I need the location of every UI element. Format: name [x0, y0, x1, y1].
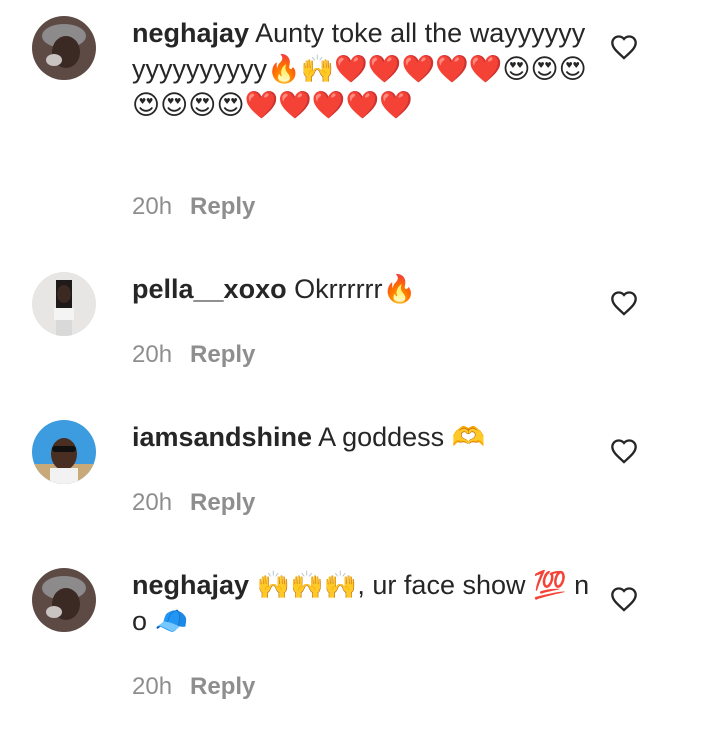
like-heart-icon[interactable]	[610, 290, 638, 316]
comment-text: Okrrrrrr🔥	[294, 274, 417, 304]
comment-text: A goddess 🫶	[318, 422, 486, 452]
like-heart-icon[interactable]	[610, 438, 638, 464]
comment-username[interactable]: iamsandshine	[132, 422, 312, 452]
comment-time: 20h	[132, 489, 173, 516]
reply-button[interactable]: Reply	[190, 673, 255, 700]
reply-button[interactable]: Reply	[190, 489, 255, 516]
avatar[interactable]	[32, 420, 96, 484]
comment-username[interactable]: neghajay	[132, 570, 249, 600]
avatar[interactable]	[32, 568, 96, 632]
like-heart-icon[interactable]	[610, 34, 638, 60]
comment-meta: 20h Reply	[132, 340, 255, 370]
avatar-image	[32, 568, 96, 632]
avatar[interactable]	[32, 272, 96, 336]
comment-body: iamsandshine A goddess 🫶	[132, 419, 592, 455]
comment-body: pella__xoxo Okrrrrrr🔥	[132, 271, 592, 307]
comment-username[interactable]: neghajay	[132, 18, 249, 48]
avatar-image	[32, 272, 96, 336]
like-heart-icon[interactable]	[610, 586, 638, 612]
comment-username[interactable]: pella__xoxo	[132, 274, 287, 304]
avatar-image	[32, 16, 96, 80]
comment-time: 20h	[132, 673, 173, 700]
comment-time: 20h	[132, 341, 173, 368]
avatar-image	[32, 420, 96, 484]
comment-time: 20h	[132, 193, 173, 220]
reply-button[interactable]: Reply	[190, 341, 255, 368]
comment-meta: 20h Reply	[132, 488, 255, 518]
comment-body: neghajay 🙌🙌🙌, ur face show 💯 no 🧢	[132, 567, 592, 639]
comment-body: neghajay Aunty toke all the wayyyyyyyyyy…	[132, 15, 592, 123]
comment-meta: 20h Reply	[132, 192, 255, 222]
comment-meta: 20h Reply	[132, 672, 255, 702]
avatar[interactable]	[32, 16, 96, 80]
reply-button[interactable]: Reply	[190, 193, 255, 220]
